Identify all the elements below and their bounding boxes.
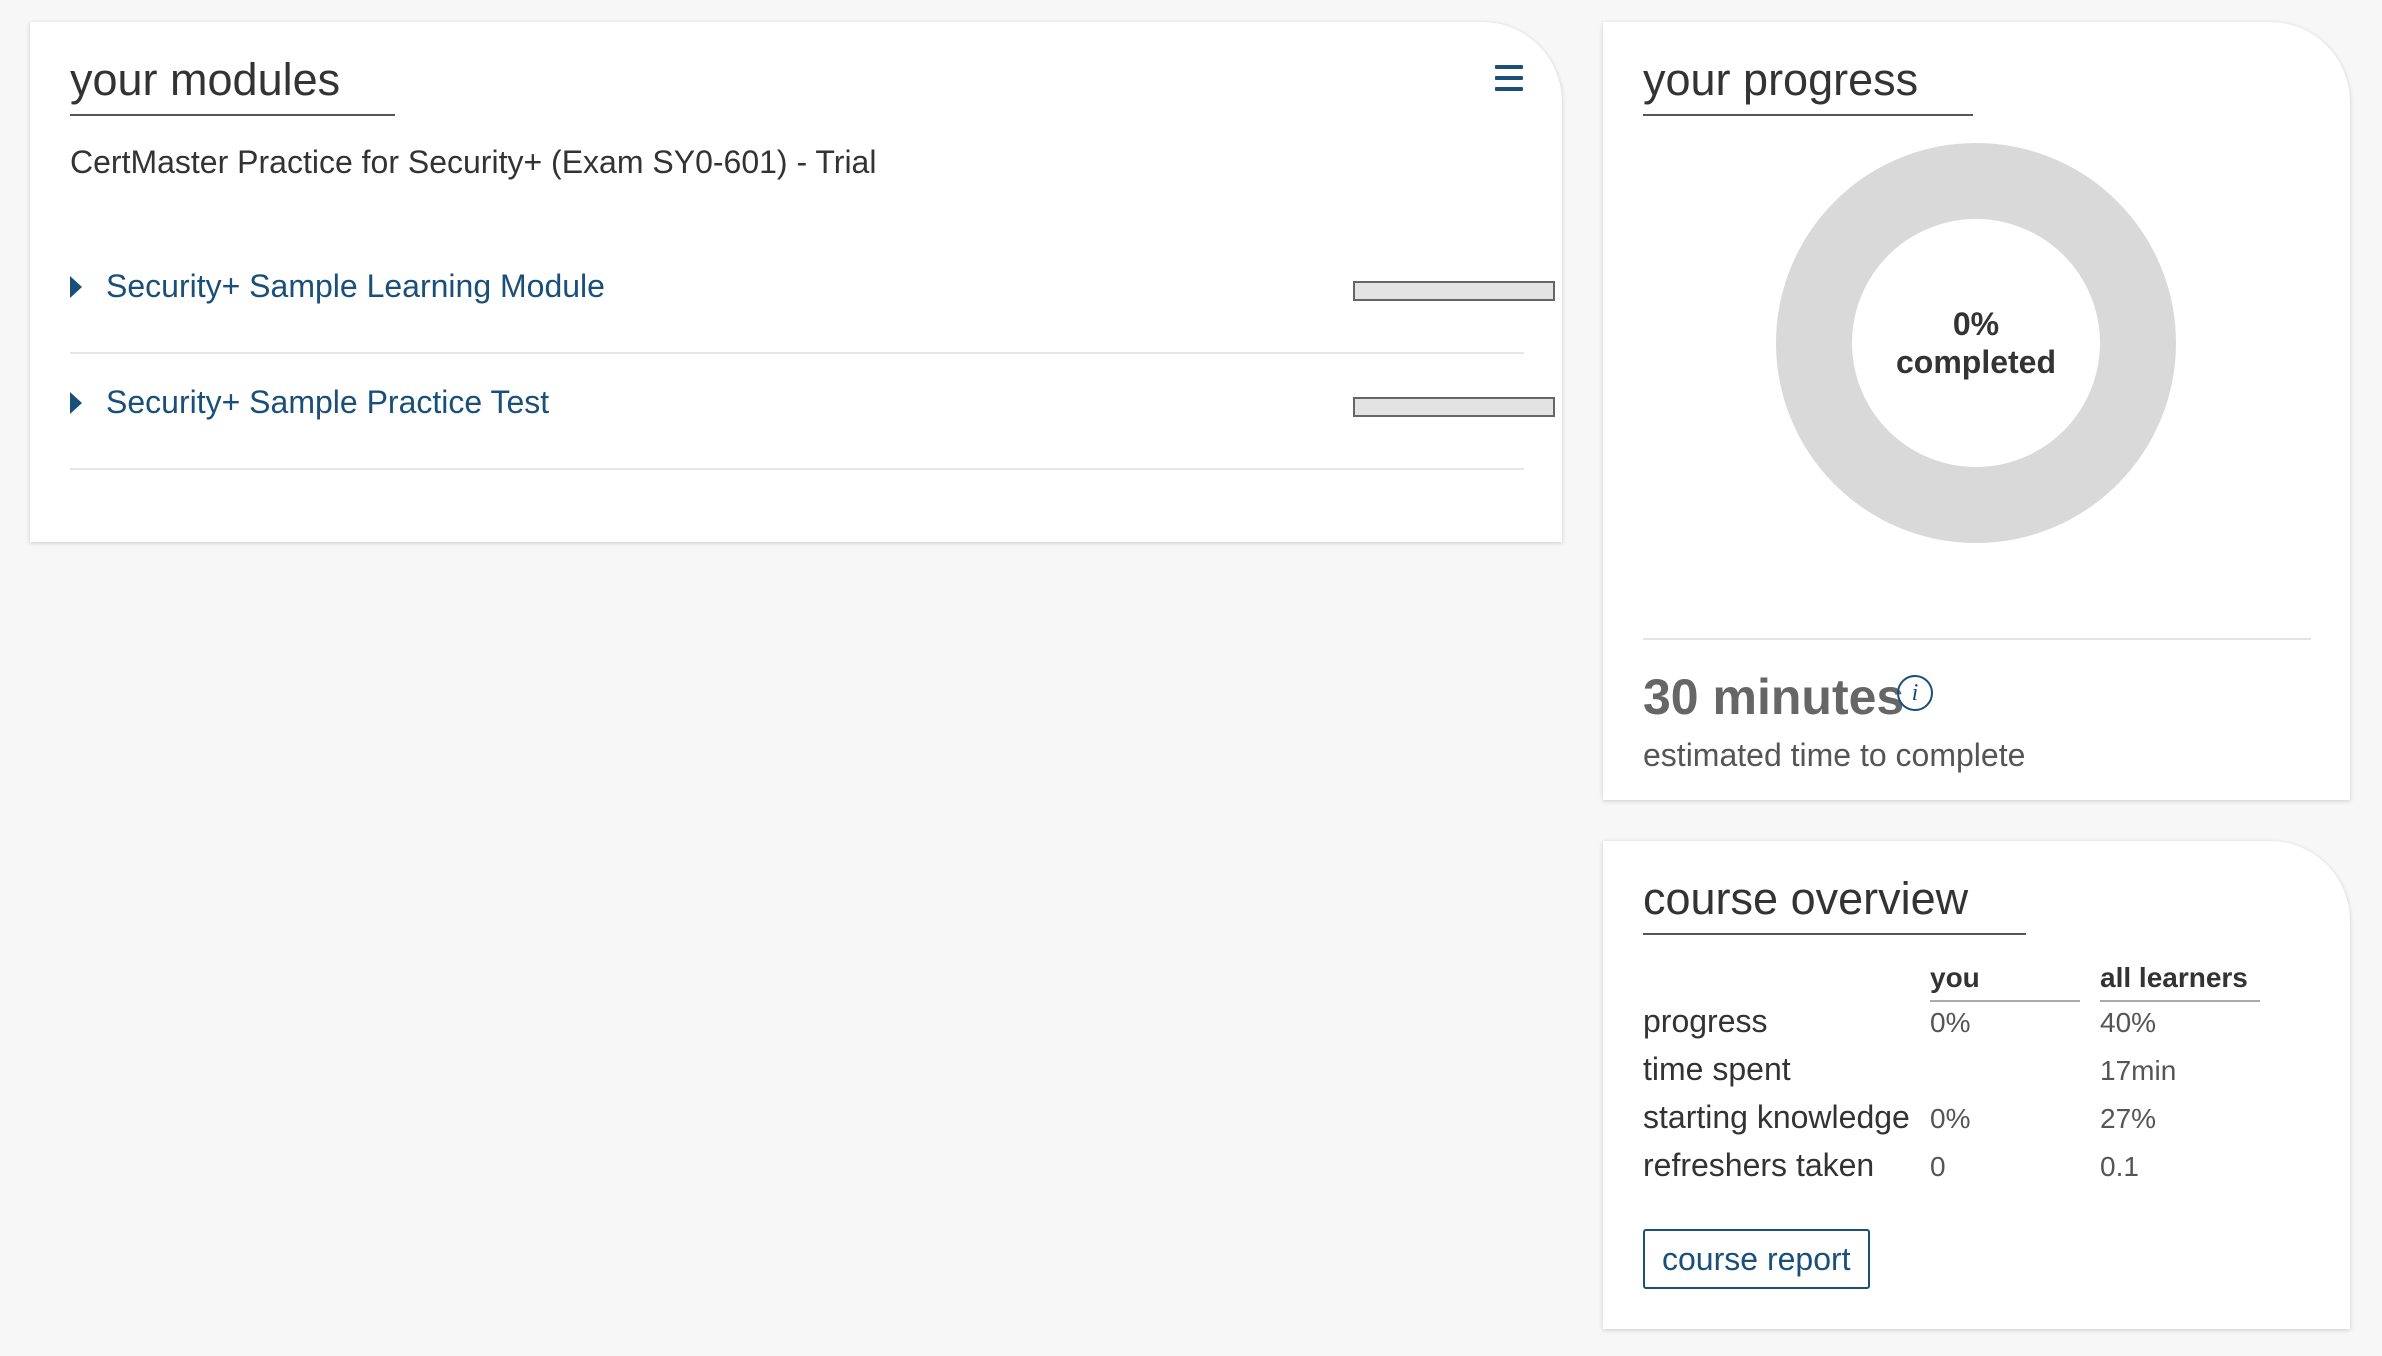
modules-title: your modules — [70, 57, 395, 116]
percent-completed: 0% — [1952, 305, 2000, 342]
progress-card: your progress 0% completed 30 minutes i … — [1603, 22, 2350, 800]
progress-donut: 0% completed — [1776, 143, 2176, 543]
overview-card: course overview you all learners progres… — [1603, 841, 2350, 1329]
caret-right-icon[interactable] — [70, 392, 82, 414]
caret-right-icon[interactable] — [70, 276, 82, 298]
column-header-you: you — [1930, 962, 2080, 1002]
estimated-time: 30 minutes — [1643, 669, 1905, 725]
overview-row-label: progress — [1643, 1003, 1768, 1039]
overview-row-you: 0% — [1930, 1103, 1971, 1134]
info-icon[interactable]: i — [1897, 675, 1933, 711]
module-link[interactable]: Security+ Sample Learning Module — [106, 268, 605, 305]
menu-icon[interactable] — [1495, 65, 1523, 91]
estimated-time-caption: estimated time to complete — [1643, 737, 2026, 773]
overview-row-all: 27% — [2100, 1103, 2157, 1134]
column-header-all-learners: all learners — [2100, 962, 2260, 1002]
overview-row-label: time spent — [1643, 1051, 1791, 1087]
overview-row-label: starting knowledge — [1643, 1099, 1910, 1135]
module-row[interactable]: Security+ Sample Practice Test — [70, 354, 1555, 470]
module-row[interactable]: Security+ Sample Learning Module — [70, 238, 1555, 354]
module-link[interactable]: Security+ Sample Practice Test — [106, 384, 549, 421]
overview-row: starting knowledge 0% 27% — [1643, 1099, 2283, 1147]
module-progress-bar — [1353, 397, 1555, 417]
overview-row: progress 0% 40% — [1643, 1003, 2283, 1051]
course-name: CertMaster Practice for Security+ (Exam … — [70, 144, 877, 180]
overview-row-all: 17min — [2100, 1055, 2177, 1086]
modules-card: your modules CertMaster Practice for Sec… — [30, 22, 1562, 542]
progress-title: your progress — [1643, 57, 1973, 116]
course-report-button[interactable]: course report — [1643, 1229, 1870, 1289]
donut-label: 0% completed — [1776, 143, 2176, 543]
overview-row-all: 40% — [2100, 1007, 2157, 1038]
overview-row-label: refreshers taken — [1643, 1147, 1875, 1183]
overview-row: time spent 17min — [1643, 1051, 2283, 1099]
overview-row-you: 0 — [1930, 1151, 1946, 1182]
overview-row-you: 0% — [1930, 1007, 1971, 1038]
overview-row-all: 0.1 — [2100, 1151, 2139, 1182]
overview-row: refreshers taken 0 0.1 — [1643, 1147, 2283, 1195]
completed-label: completed — [1895, 344, 2057, 380]
overview-title: course overview — [1643, 876, 2026, 935]
module-progress-bar — [1353, 281, 1555, 301]
divider — [1643, 638, 2311, 640]
